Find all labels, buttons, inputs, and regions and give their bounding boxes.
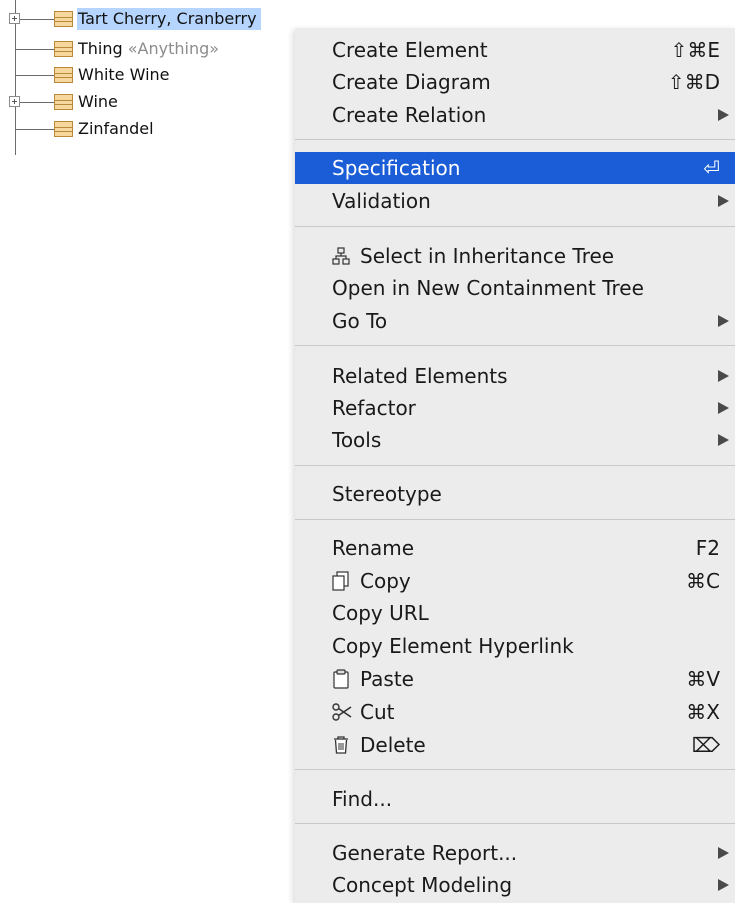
menu-separator <box>295 519 735 520</box>
menu-separator <box>295 226 735 227</box>
menu-item-create-diagram[interactable]: Create Diagram ⇧⌘D <box>295 66 735 98</box>
shortcut-label: F2 <box>695 536 720 560</box>
menu-item-label: Find... <box>332 787 393 811</box>
containment-tree: Tart Cherry, Cranberry Thing «Anything» … <box>0 0 295 160</box>
submenu-arrow-icon <box>718 370 729 382</box>
menu-item-label: Specification <box>332 156 461 180</box>
menu-item-cut[interactable]: Cut ⌘X <box>295 696 735 728</box>
menu-item-label: Create Element <box>332 38 488 62</box>
menu-item-label: Stereotype <box>332 482 442 506</box>
copy-icon <box>332 565 356 597</box>
submenu-arrow-icon <box>718 109 729 121</box>
tree-item-label: Tart Cherry, Cranberry <box>77 8 261 30</box>
submenu-arrow-icon <box>718 402 729 414</box>
menu-item-generate-report[interactable]: Generate Report... <box>295 837 735 869</box>
menu-item-create-relation[interactable]: Create Relation <box>295 99 735 131</box>
tree-item-label: White Wine <box>78 65 170 84</box>
menu-item-label: Refactor <box>332 396 416 420</box>
tree-item-wine[interactable]: Wine <box>0 91 295 115</box>
trash-icon <box>332 729 356 761</box>
class-icon <box>54 67 73 83</box>
menu-item-concept-modeling[interactable]: Concept Modeling <box>295 869 735 901</box>
tree-item-zinfandel[interactable]: Zinfandel <box>0 118 295 142</box>
menu-item-label: Rename <box>332 536 415 560</box>
menu-item-label: Open in New Containment Tree <box>332 276 644 300</box>
shortcut-label: ⇧⌘D <box>667 70 720 94</box>
menu-item-open-containment-tree[interactable]: Open in New Containment Tree <box>295 272 735 304</box>
hierarchy-icon <box>332 240 356 272</box>
tree-item-tart-cherry[interactable]: Tart Cherry, Cranberry <box>0 8 295 32</box>
menu-item-copy-element-hyperlink[interactable]: Copy Element Hyperlink <box>295 630 735 662</box>
menu-separator <box>295 823 735 824</box>
class-icon <box>54 121 73 137</box>
menu-item-refactor[interactable]: Refactor <box>295 392 735 424</box>
menu-item-delete[interactable]: Delete ⌦ <box>295 729 735 761</box>
menu-item-find[interactable]: Find... <box>295 783 735 815</box>
menu-item-label: Select in Inheritance Tree <box>360 244 615 268</box>
menu-item-related-elements[interactable]: Related Elements <box>295 360 735 392</box>
menu-item-label: Generate Report... <box>332 841 518 865</box>
tree-item-thing[interactable]: Thing «Anything» <box>0 38 295 62</box>
expand-icon[interactable] <box>9 13 20 24</box>
shortcut-label: ⌘X <box>686 700 720 724</box>
menu-item-label: Delete <box>360 733 426 757</box>
return-key-icon: ⏎ <box>703 156 720 180</box>
class-icon <box>54 41 73 57</box>
menu-item-label: Create Diagram <box>332 70 491 94</box>
menu-separator <box>295 139 735 140</box>
screen: Tart Cherry, Cranberry Thing «Anything» … <box>0 0 735 903</box>
menu-item-label: Copy <box>360 569 411 593</box>
menu-item-label: Tools <box>332 428 382 452</box>
shortcut-label: ⇧⌘E <box>670 38 720 62</box>
menu-item-label: Validation <box>332 189 431 213</box>
tree-item-white-wine[interactable]: White Wine <box>0 64 295 88</box>
menu-item-label: Go To <box>332 309 388 333</box>
submenu-arrow-icon <box>718 315 729 327</box>
menu-item-create-element[interactable]: Create Element ⇧⌘E <box>295 34 735 66</box>
submenu-arrow-icon <box>718 434 729 446</box>
menu-item-stereotype[interactable]: Stereotype <box>295 478 735 510</box>
menu-item-label: Copy Element Hyperlink <box>332 634 574 658</box>
tree-item-label: Wine <box>78 92 118 111</box>
menu-separator <box>295 465 735 466</box>
menu-item-rename[interactable]: Rename F2 <box>295 532 735 564</box>
submenu-arrow-icon <box>718 195 729 207</box>
delete-key-icon: ⌦ <box>691 733 720 757</box>
menu-item-select-in-inheritance-tree[interactable]: Select in Inheritance Tree <box>295 240 735 272</box>
tree-item-label: Thing <box>78 39 123 58</box>
menu-item-copy-url[interactable]: Copy URL <box>295 597 735 629</box>
menu-separator <box>295 345 735 346</box>
menu-item-paste[interactable]: Paste ⌘V <box>295 663 735 695</box>
menu-item-copy[interactable]: Copy ⌘C <box>295 565 735 597</box>
menu-item-tools[interactable]: Tools <box>295 424 735 456</box>
class-icon <box>54 94 73 110</box>
shortcut-label: ⌘V <box>686 667 720 691</box>
stereotype-label: «Anything» <box>127 39 220 58</box>
menu-item-label: Cut <box>360 700 395 724</box>
menu-item-label: Concept Modeling <box>332 873 513 897</box>
menu-separator <box>295 769 735 770</box>
class-icon <box>54 11 73 27</box>
menu-item-validation[interactable]: Validation <box>295 185 735 217</box>
submenu-arrow-icon <box>718 847 729 859</box>
menu-item-label: Related Elements <box>332 364 508 388</box>
menu-item-label: Paste <box>360 667 414 691</box>
tree-item-label: Zinfandel <box>78 119 154 138</box>
shortcut-label: ⌘C <box>686 569 720 593</box>
expand-icon[interactable] <box>9 96 20 107</box>
menu-item-specification[interactable]: Specification ⏎ <box>295 152 735 184</box>
submenu-arrow-icon <box>718 879 729 891</box>
scissors-icon <box>332 696 356 728</box>
menu-item-go-to[interactable]: Go To <box>295 305 735 337</box>
menu-item-label: Copy URL <box>332 601 429 625</box>
paste-icon <box>332 663 356 695</box>
context-menu: Create Element ⇧⌘E Create Diagram ⇧⌘D Cr… <box>295 28 735 903</box>
menu-item-label: Create Relation <box>332 103 487 127</box>
